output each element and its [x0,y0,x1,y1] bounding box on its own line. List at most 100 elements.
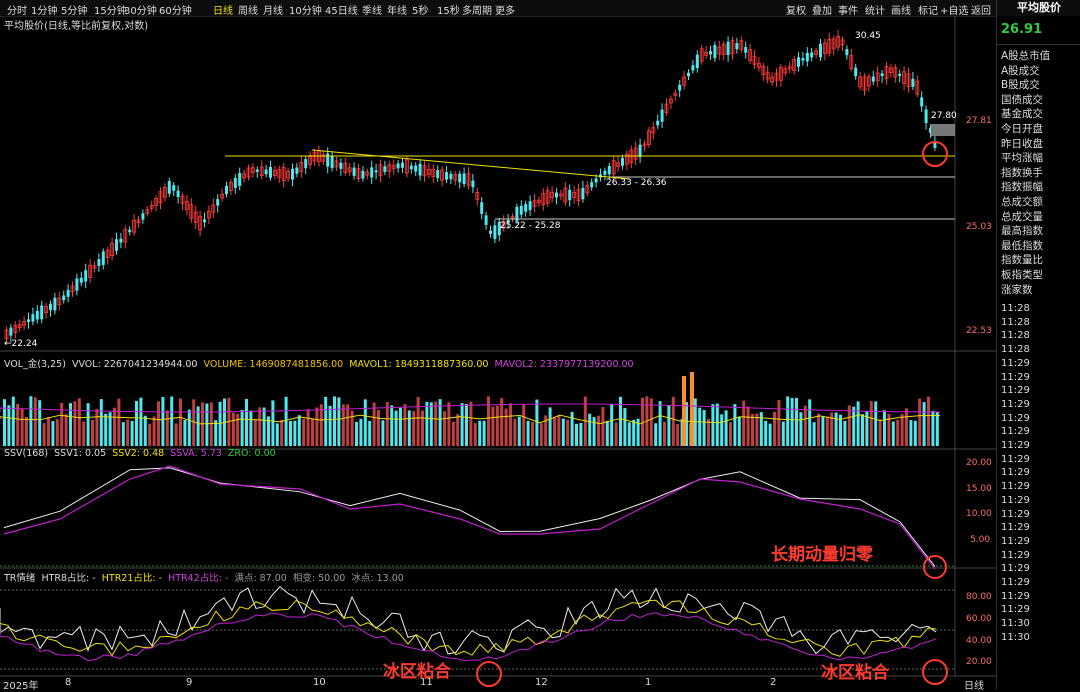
main-chart-title: 平均股价(日线,等比前复权,对数) [4,21,149,32]
volume-bar [451,421,455,446]
volume-bar [11,396,15,446]
volume-bar [214,420,218,446]
volume-bar [390,405,394,446]
candle-body [167,181,171,194]
candle-body [555,192,558,198]
sidebar-item-16[interactable]: 涨家数 [1001,282,1033,297]
volume-bar [253,419,257,446]
period-tab-6[interactable]: 日线 [213,2,233,17]
sidebar-item-9[interactable]: 指数振幅 [1001,179,1043,194]
candle-body [97,259,101,266]
period-tab-7[interactable]: 周线 [238,2,258,17]
candle-body [678,84,682,91]
volume-bar [610,403,614,446]
period-tab-11[interactable]: 季线 [362,2,382,17]
period-tab-4[interactable]: 30分钟 [124,2,157,17]
candle-body [528,201,532,211]
volume-bar [77,398,81,446]
sidebar-item-5[interactable]: 今日开盘 [1001,121,1043,136]
period-tab-12[interactable]: 年线 [387,2,407,17]
toolbar-action-0[interactable]: 复权 [786,2,806,17]
toolbar-action-3[interactable]: 统计 [865,2,885,17]
volume-bar [236,413,240,446]
toolbar-action-4[interactable]: 画线 [891,2,911,17]
candle-body [493,225,497,240]
sidebar-item-2[interactable]: B股成交 [1001,77,1040,92]
period-tab-8[interactable]: 月线 [263,2,283,17]
sidebar-item-10[interactable]: 总成交额 [1001,194,1043,209]
volume-bar [768,423,772,446]
period-tab-1[interactable]: 1分钟 [31,2,57,17]
sidebar-item-4[interactable]: 基金成交 [1001,106,1043,121]
period-tab-0[interactable]: 分时 [7,2,27,17]
volume-bar [135,401,138,446]
volume-bar [821,416,825,446]
volume-bar [711,404,715,446]
sidebar-item-0[interactable]: A股总市值 [1001,48,1050,63]
sidebar-item-15[interactable]: 板指类型 [1001,267,1043,282]
sidebar-item-12[interactable]: 最高指数 [1001,223,1043,238]
y-tick-ssv-2: 15.00 [966,484,992,494]
candle-body [374,170,378,173]
candle-body [590,182,594,188]
candle-body [115,239,118,251]
y-tick-tr-3: 40.00 [966,636,992,646]
sidebar-item-11[interactable]: 总成交量 [1001,209,1043,224]
volume-bar [869,401,873,446]
sidebar-item-3[interactable]: 国债成交 [1001,92,1043,107]
volume-bar [575,423,578,446]
volume-bar [113,407,116,446]
period-tab-9[interactable]: 10分钟 [289,2,322,17]
period-tab-3[interactable]: 15分钟 [94,2,127,17]
volume-bar [504,408,508,446]
volume-bar [174,423,178,446]
volume-bar [280,419,284,446]
ssva-value: SSVA: 5.73 [170,448,222,459]
period-tab-5[interactable]: 60分钟 [159,2,192,17]
candle-body [898,73,902,77]
period-tab-15[interactable]: 多周期 [462,2,492,17]
toolbar-action-1[interactable]: 叠加 [812,2,832,17]
toolbar-action-5[interactable]: 标记 [918,2,938,17]
candle-body [31,314,35,322]
last-price-label: 27.80 [931,111,957,121]
volume-bar [702,410,706,446]
toolbar-action-7[interactable]: 返回 [971,2,991,17]
sidebar-item-7[interactable]: 平均涨幅 [1001,150,1043,165]
y-tick-ssv-3: 10.00 [966,509,992,519]
period-tab-2[interactable]: 5分钟 [61,2,87,17]
period-tab-16[interactable]: 更多 [495,2,515,17]
sidebar-item-13[interactable]: 最低指数 [1001,238,1043,253]
volume-bar [724,410,728,446]
period-tab-10[interactable]: 45日线 [325,2,358,17]
tr-annotation-1: 冰区粘合 [383,662,451,682]
volume-bar [526,420,530,446]
volume-bar [297,415,301,446]
period-tab-13[interactable]: 5秒 [412,2,428,17]
volume-bar [152,416,156,446]
sidebar-item-14[interactable]: 指数量比 [1001,252,1043,267]
period-tab-14[interactable]: 15秒 [437,2,460,17]
sidebar-item-1[interactable]: A股成交 [1001,63,1040,78]
volume-bar [271,400,275,446]
ssv2-value: SSV2: 0.48 [112,448,165,459]
volume-bar [293,420,297,446]
volume-bar [60,402,64,446]
volume-legend: VOL_金(3,25) VVOL: 2267041234944.00 VOLUM… [4,356,634,370]
volume-bar [495,405,499,446]
volume-bar [157,401,160,446]
sidebar-time-16: 11:29 [1001,522,1030,534]
volume-bar [3,399,6,446]
volume-bar [654,423,658,446]
toolbar-action-2[interactable]: 事件 [838,2,858,17]
sidebar-item-8[interactable]: 指数换手 [1001,165,1043,180]
toolbar-action-6[interactable]: +自选 [940,2,968,17]
volume-bar [139,397,143,446]
volume-bar [333,396,336,446]
volume-bar [355,421,358,446]
volume-bar [456,414,460,446]
y-tick-ssv-1: 20.00 [966,458,992,468]
sidebar-item-6[interactable]: 昨日收盘 [1001,136,1043,151]
volume-bar [799,412,803,446]
sidebar-time-12: 11:29 [1001,467,1030,479]
